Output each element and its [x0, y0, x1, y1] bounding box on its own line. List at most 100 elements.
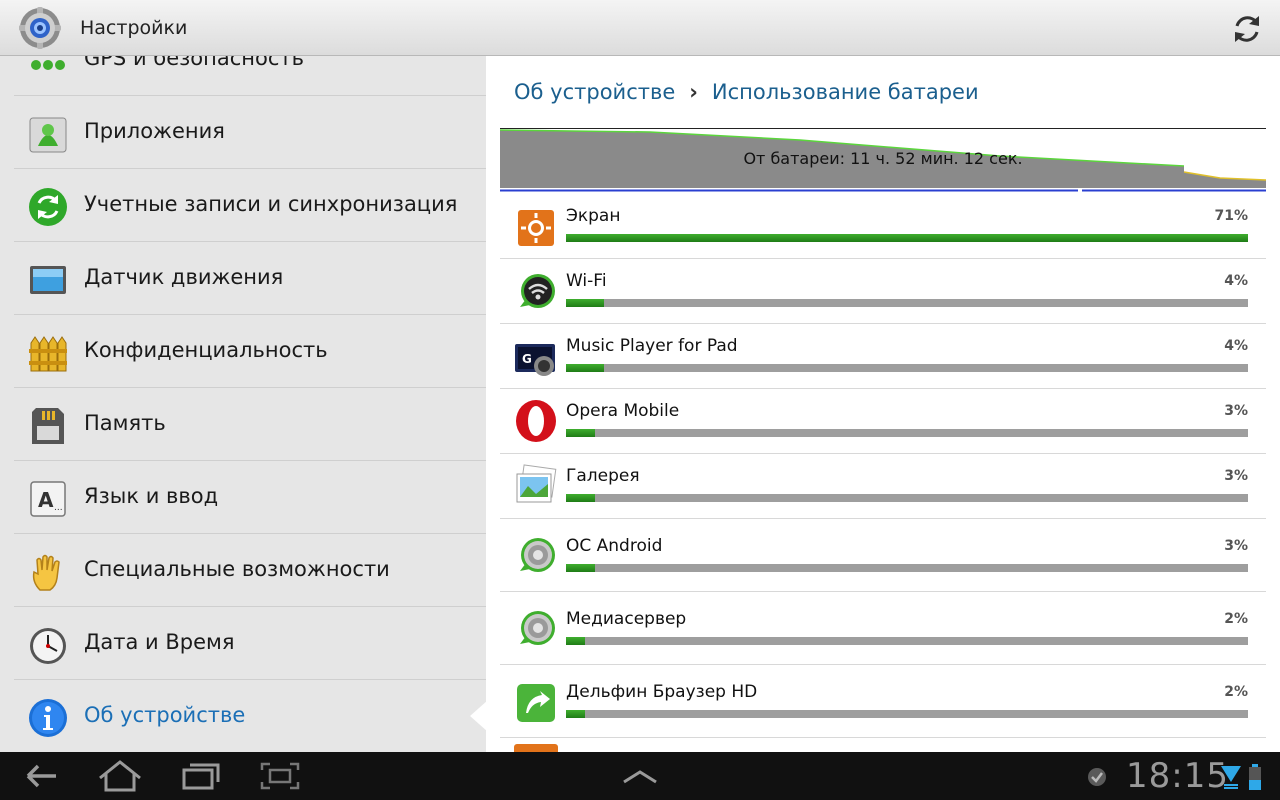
svg-text:G: G	[522, 352, 532, 366]
hand-icon	[32, 554, 60, 591]
battery-icon	[1249, 764, 1261, 790]
usage-row-opera[interactable]: Opera Mobile 3%	[500, 389, 1266, 454]
battery-time-label: От батареи: 11 ч. 52 мин. 12 сек.	[743, 149, 1023, 168]
usage-percent: 2%	[1224, 611, 1248, 627]
usage-percent: 3%	[1224, 403, 1248, 419]
sidebar-item-label: GPS и безопасность	[84, 56, 305, 70]
sidebar-item-storage[interactable]: Память	[14, 388, 486, 461]
battery-usage-panel: Об устройстве › Использование батареи От б…	[486, 56, 1280, 752]
applications-icon	[29, 117, 67, 153]
usage-app-name: Opera Mobile	[566, 401, 680, 421]
sidebar-item-applications[interactable]: Приложения	[14, 96, 486, 169]
usage-bar-fill	[566, 710, 586, 718]
media-server-icon	[520, 611, 555, 645]
usage-row-music-player[interactable]: G Music Player for Pad 4%	[500, 324, 1266, 389]
opera-icon	[516, 400, 556, 442]
system-bar: 18:15	[0, 752, 1280, 800]
usage-row-screen[interactable]: Экран 71%	[500, 194, 1266, 259]
motion-sensor-icon	[30, 266, 66, 294]
svg-text:...: ...	[54, 503, 63, 513]
sidebar-item-label: Язык и ввод	[84, 484, 219, 508]
usage-app-name: Music Player for Pad	[566, 336, 738, 356]
usage-bar	[566, 429, 1248, 437]
location-security-icon	[31, 60, 65, 70]
screenshot-button[interactable]	[252, 758, 308, 794]
usage-percent: 3%	[1224, 468, 1248, 484]
status-clock[interactable]: 18:15	[1126, 756, 1229, 796]
sd-card-icon	[32, 408, 64, 444]
usage-bar	[566, 564, 1248, 572]
svg-text:A: A	[38, 488, 54, 512]
usage-row-wifi[interactable]: Wi-Fi 4%	[500, 259, 1266, 324]
usage-percent: 2%	[1224, 684, 1248, 700]
usage-bar-fill	[566, 637, 586, 645]
sidebar-item-label: Конфиденциальность	[84, 338, 328, 362]
sidebar-item-motion-sensor[interactable]: Датчик движения	[14, 242, 486, 315]
wifi-icon	[520, 274, 555, 308]
battery-history-graph[interactable]: От батареи: 11 ч. 52 мин. 12 сек.	[499, 128, 1267, 192]
home-button[interactable]	[92, 758, 148, 794]
android-os-icon	[520, 538, 555, 572]
sidebar-item-label: Специальные возможности	[84, 557, 390, 581]
usage-bar-fill	[566, 299, 605, 307]
sidebar-item-accessibility[interactable]: Специальные возможности	[14, 534, 486, 607]
breadcrumb-separator: ›	[689, 80, 698, 104]
settings-gear-icon[interactable]	[18, 6, 62, 50]
usage-app-name: Экран	[566, 206, 621, 226]
sidebar-item-label: Дата и Время	[84, 630, 235, 654]
sidebar-item-privacy[interactable]: Конфиденциальность	[14, 315, 486, 388]
sidebar-item-label: Об устройстве	[84, 703, 246, 727]
sync-icon	[29, 188, 67, 226]
usage-percent: 4%	[1224, 338, 1248, 354]
usage-row-media-server[interactable]: Медиасервер 2%	[500, 592, 1266, 665]
notification-check-icon[interactable]	[1086, 766, 1108, 788]
breadcrumb-parent[interactable]: Об устройстве	[514, 80, 675, 104]
recent-apps-button[interactable]	[172, 758, 228, 794]
sidebar-item-label: Учетные записи и синхронизация	[84, 192, 458, 216]
clock-icon	[30, 628, 66, 664]
usage-app-name: ОС Android	[566, 536, 663, 556]
dolphin-browser-icon	[517, 684, 555, 722]
sidebar-item-label: Приложения	[84, 119, 225, 143]
usage-bar-fill	[566, 564, 595, 572]
sidebar-item-date-time[interactable]: Дата и Время	[14, 607, 486, 680]
usage-app-name: Wi-Fi	[566, 271, 607, 291]
usage-app-name: Галерея	[566, 466, 640, 486]
usage-bar	[566, 494, 1248, 502]
screen-brightness-icon	[518, 210, 554, 246]
sidebar-item-language-input[interactable]: A ... Язык и ввод	[14, 461, 486, 534]
sidebar-item-about-device[interactable]: Об устройстве	[14, 680, 486, 752]
wifi-signal-icon	[1221, 766, 1241, 789]
usage-percent: 71%	[1214, 208, 1248, 224]
usage-bar	[566, 710, 1248, 718]
refresh-icon[interactable]	[1228, 10, 1266, 48]
next-item-icon-partial	[514, 744, 558, 752]
chevron-up-icon[interactable]	[612, 758, 668, 794]
info-icon	[29, 699, 67, 737]
sidebar-item-accounts-sync[interactable]: Учетные записи и синхронизация	[14, 169, 486, 242]
breadcrumb: Об устройстве › Использование батареи	[514, 80, 979, 104]
usage-bar-fill	[566, 364, 605, 372]
usage-row-dolphin-browser[interactable]: Дельфин Браузер HD 2%	[500, 665, 1266, 738]
sidebar-item-label: Память	[84, 411, 166, 435]
usage-bar	[566, 364, 1248, 372]
privacy-fence-icon	[29, 336, 67, 372]
app-title: Настройки	[80, 17, 188, 39]
keyboard-icon: A ...	[30, 481, 66, 517]
music-player-icon: G	[515, 344, 555, 376]
settings-category-list: GPS и безопасность Приложения Учетные за…	[0, 56, 486, 752]
sidebar-item-gps-security[interactable]: GPS и безопасность	[14, 56, 486, 96]
usage-row-android-os[interactable]: ОС Android 3%	[500, 519, 1266, 592]
back-button[interactable]	[12, 758, 68, 794]
gallery-icon	[516, 464, 557, 503]
usage-bar-fill	[566, 234, 1248, 242]
usage-bar	[566, 637, 1248, 645]
usage-percent: 3%	[1224, 538, 1248, 554]
usage-app-name: Медиасервер	[566, 609, 687, 629]
usage-row-gallery[interactable]: Галерея 3%	[500, 454, 1266, 519]
usage-bar	[566, 299, 1248, 307]
selection-pointer	[470, 700, 488, 732]
usage-bar-fill	[566, 494, 595, 502]
usage-app-name: Дельфин Браузер HD	[566, 682, 758, 702]
breadcrumb-current: Использование батареи	[711, 80, 979, 104]
